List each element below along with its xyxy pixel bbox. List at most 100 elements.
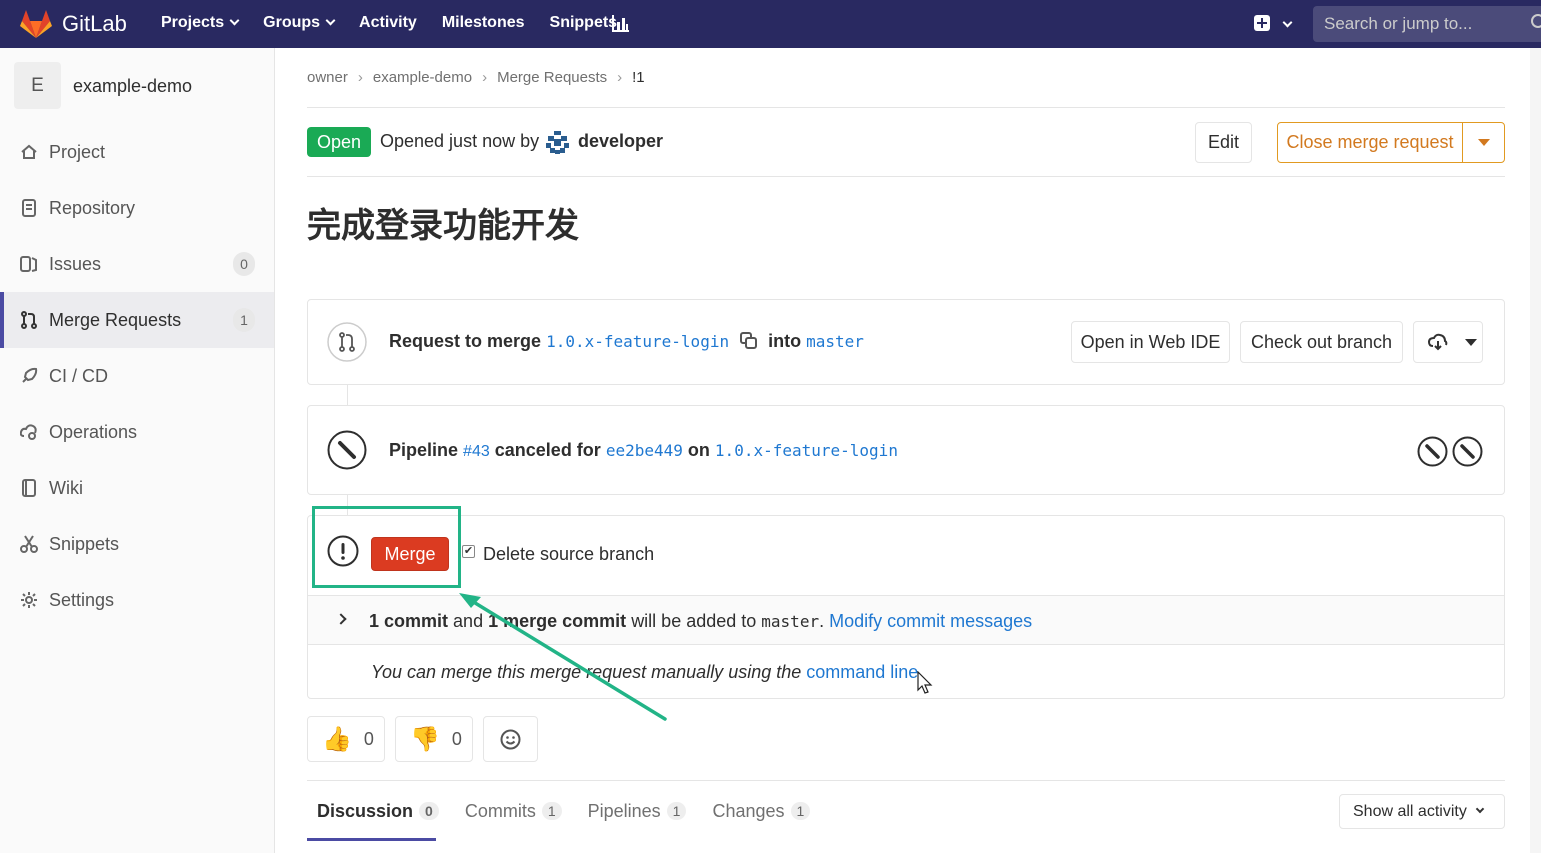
tab-commits[interactable]: Commits 1 <box>455 796 572 826</box>
tab-count-badge: 0 <box>419 802 439 820</box>
sidebar-item-label: Merge Requests <box>49 309 182 330</box>
copy-icon[interactable] <box>740 332 758 349</box>
sidebar-item-operations[interactable]: Operations <box>0 404 274 460</box>
breadcrumb-separator: › <box>357 69 363 86</box>
tab-label: Discussion <box>317 800 414 821</box>
download-dropdown[interactable] <box>1413 321 1483 363</box>
sidebar-item-snippets[interactable]: Snippets <box>0 516 274 572</box>
stage-canceled-icon[interactable] <box>1452 436 1483 467</box>
breadcrumb-owner[interactable]: owner <box>307 69 348 86</box>
nav-milestones[interactable]: Milestones <box>442 14 525 32</box>
source-branch-link[interactable]: 1.0.x-feature-login <box>546 332 729 351</box>
pipeline-status-text: Pipeline #43 canceled for ee2be449 on 1.… <box>389 440 898 461</box>
cloud-download-icon <box>1428 333 1448 351</box>
request-to-merge-label: Request to merge <box>389 331 542 351</box>
merge-requests-count-badge: 1 <box>233 308 255 332</box>
search-input[interactable]: Search or jump to... <box>1313 6 1541 42</box>
thumbsup-award-button[interactable]: 👍 0 <box>307 716 385 762</box>
tab-label: Changes <box>712 800 785 821</box>
activity-filter-dropdown[interactable]: Show all activity <box>1339 794 1505 829</box>
add-reaction-button[interactable] <box>483 716 538 762</box>
search-icon[interactable] <box>1531 14 1541 28</box>
caret-down-icon <box>1465 338 1477 346</box>
sidebar-item-ci-cd[interactable]: CI / CD <box>0 348 274 404</box>
git-merge-icon <box>327 322 367 362</box>
period: . <box>819 611 825 631</box>
pipeline-id-link[interactable]: #43 <box>463 443 490 460</box>
scrollbar[interactable] <box>1530 48 1541 853</box>
close-options-dropdown[interactable] <box>1462 122 1505 163</box>
status-badge: Open <box>307 127 372 157</box>
annotation-arrow-icon <box>459 593 667 721</box>
breadcrumb-merge-requests[interactable]: Merge Requests <box>497 69 607 86</box>
issues-icon <box>20 256 37 272</box>
divider <box>307 780 1505 781</box>
rocket-icon <box>22 367 38 383</box>
breadcrumb-project[interactable]: example-demo <box>373 69 472 86</box>
project-avatar[interactable]: E <box>14 62 61 109</box>
sidebar-item-label: CI / CD <box>49 365 109 386</box>
nav-activity[interactable]: Activity <box>359 14 417 32</box>
delete-source-branch-label[interactable]: Delete source branch <box>483 544 654 565</box>
tab-count-badge: 1 <box>666 802 687 820</box>
brand-name[interactable]: GitLab <box>62 11 127 37</box>
commit-count: 1 commit <box>369 611 449 631</box>
tab-label: Pipelines <box>587 800 661 821</box>
tab-discussion[interactable]: Discussion 0 <box>307 796 449 826</box>
divider <box>307 176 1505 177</box>
commit-sha-link[interactable]: ee2be449 <box>606 441 683 460</box>
active-tab-indicator <box>307 838 436 841</box>
delete-source-branch-checkbox[interactable]: ✔ <box>462 545 475 558</box>
thumbsdown-award-button[interactable]: 👎 0 <box>395 716 473 762</box>
cloud-gear-icon <box>20 424 37 440</box>
new-item-dropdown[interactable] <box>1254 15 1293 36</box>
breadcrumb-separator: › <box>617 69 623 86</box>
on-label: on <box>687 440 710 460</box>
breadcrumb-current[interactable]: !1 <box>632 69 645 86</box>
project-name[interactable]: example-demo <box>73 76 192 97</box>
chart-icon[interactable] <box>612 14 630 32</box>
gitlab-logo-icon[interactable] <box>20 9 52 39</box>
stage-canceled-icon[interactable] <box>1417 436 1448 467</box>
checkout-branch-button[interactable]: Check out branch <box>1240 321 1403 363</box>
sidebar-item-project[interactable]: Project <box>0 124 274 180</box>
close-merge-request-button[interactable]: Close merge request <box>1277 122 1463 163</box>
book-icon <box>22 479 36 497</box>
divider <box>307 107 1505 108</box>
annotation-highlight-box <box>312 506 461 588</box>
pipeline-canceled-icon[interactable] <box>327 430 367 470</box>
breadcrumb-separator: › <box>482 69 488 86</box>
open-web-ide-button[interactable]: Open in Web IDE <box>1071 321 1230 363</box>
pipeline-branch-link[interactable]: 1.0.x-feature-login <box>715 441 898 460</box>
thumbsdown-icon: 👎 <box>410 725 440 753</box>
tab-pipelines[interactable]: Pipelines 1 <box>578 796 697 826</box>
home-icon <box>21 144 37 159</box>
sidebar-item-label: Snippets <box>49 533 120 554</box>
tab-changes[interactable]: Changes 1 <box>702 796 820 826</box>
sidebar-item-label: Repository <box>49 197 136 218</box>
thumbsup-count: 0 <box>363 728 374 749</box>
author-name[interactable]: developer <box>578 131 663 152</box>
nav-groups[interactable]: Groups <box>263 14 336 32</box>
sidebar-item-wiki[interactable]: Wiki <box>0 460 274 516</box>
scissors-icon <box>20 535 38 553</box>
breadcrumb: owner › example-demo › Merge Requests › … <box>307 69 645 86</box>
pipeline-status-label: canceled for <box>494 440 601 460</box>
sidebar-item-issues[interactable]: Issues 0 <box>0 236 274 292</box>
sidebar-item-repository[interactable]: Repository <box>0 180 274 236</box>
thumbsdown-count: 0 <box>451 728 462 749</box>
target-branch-link[interactable]: master <box>806 332 864 351</box>
nav-projects[interactable]: Projects <box>161 14 240 32</box>
avatar[interactable] <box>544 129 571 156</box>
modify-commit-messages-link[interactable]: Modify commit messages <box>829 611 1032 631</box>
nav-snippets[interactable]: Snippets <box>550 14 618 32</box>
mr-tabs: Discussion 0 Commits 1 Pipelines 1 Chang… <box>307 796 826 826</box>
target-branch-name: master <box>761 612 820 631</box>
edit-button[interactable]: Edit <box>1195 122 1252 163</box>
sidebar-item-merge-requests[interactable]: Merge Requests 1 <box>0 292 274 348</box>
into-label: into <box>768 331 802 351</box>
sidebar-item-settings[interactable]: Settings <box>0 572 274 628</box>
sidebar-item-label: Wiki <box>49 477 83 498</box>
merge-request-description: Request to merge 1.0.x-feature-login int… <box>389 331 864 352</box>
command-line-link[interactable]: command line <box>806 662 918 682</box>
